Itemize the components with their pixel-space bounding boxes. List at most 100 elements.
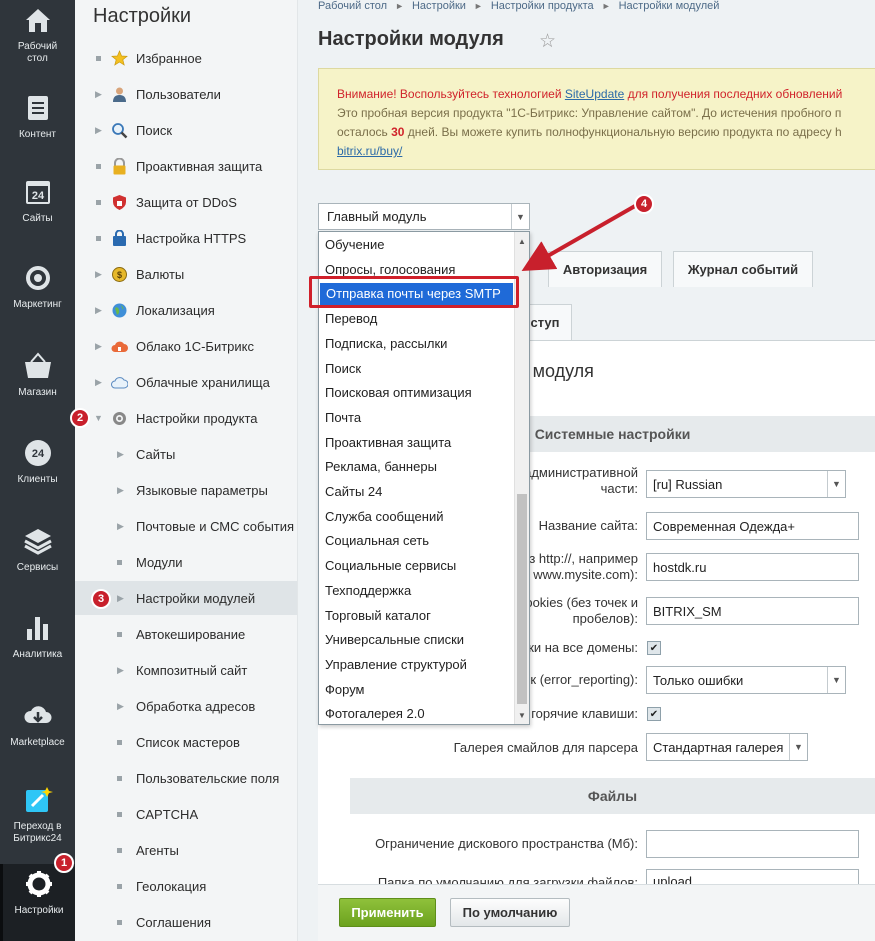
menu-analytics[interactable]: Аналитика bbox=[0, 608, 75, 694]
tree-subitem[interactable]: Агенты bbox=[75, 833, 297, 867]
breadcrumb-link[interactable]: Настройки продукта bbox=[491, 0, 594, 12]
tree-item[interactable]: Настройка HTTPS bbox=[75, 221, 297, 255]
chevron-right-icon[interactable]: ▶ bbox=[95, 125, 102, 136]
dropdown-option[interactable]: Социальная сеть bbox=[325, 533, 429, 548]
dropdown-option[interactable]: Проактивная защита bbox=[325, 435, 451, 450]
chevron-right-icon[interactable]: ▶ bbox=[117, 593, 124, 604]
chevron-right-icon[interactable]: ▶ bbox=[95, 377, 102, 388]
tree-subitem[interactable]: Автокеширование bbox=[75, 617, 297, 651]
chevron-down-icon[interactable]: ▼ bbox=[515, 708, 529, 722]
tree-item[interactable]: Проактивная защита bbox=[75, 149, 297, 183]
chevron-right-icon[interactable]: ▶ bbox=[95, 341, 102, 352]
menu-services[interactable]: Сервисы bbox=[0, 521, 75, 607]
tree-subitem[interactable]: ▶ Языковые параметры bbox=[75, 473, 297, 507]
dropdown-option[interactable]: Управление структурой bbox=[325, 657, 467, 672]
menu-desktop[interactable]: Рабочий стол bbox=[0, 0, 75, 86]
tree-item[interactable]: Избранное bbox=[75, 41, 297, 75]
menu-label: Магазин bbox=[18, 387, 57, 398]
tree-title: Настройки bbox=[93, 5, 192, 27]
breadcrumb-link[interactable]: Настройки bbox=[412, 0, 466, 12]
tab-event-log[interactable]: Журнал событий bbox=[673, 251, 813, 287]
dropdown-option[interactable]: Почта bbox=[325, 410, 361, 425]
breadcrumb-link[interactable]: Рабочий стол bbox=[318, 0, 387, 12]
dropdown-option[interactable]: Техподдержка bbox=[325, 583, 411, 598]
favorite-star-icon[interactable]: ☆ bbox=[539, 30, 556, 53]
dropdown-option[interactable]: Перевод bbox=[325, 311, 377, 326]
tree-item[interactable]: ▶ Локализация bbox=[75, 293, 297, 327]
dropdown-option[interactable]: Поисковая оптимизация bbox=[325, 385, 472, 400]
dropdown-option[interactable]: Социальные сервисы bbox=[325, 558, 456, 573]
breadcrumb-separator-icon: ► bbox=[473, 1, 483, 11]
tab-authorization[interactable]: Авторизация bbox=[548, 251, 662, 287]
tree-subitem[interactable]: Пользовательские поля bbox=[75, 761, 297, 795]
tree-subitem[interactable]: Модули bbox=[75, 545, 297, 579]
menu-marketplace[interactable]: Marketplace bbox=[0, 696, 75, 782]
smiles-gallery-select[interactable]: Стандартная галерея ▼ bbox=[646, 733, 808, 761]
chevron-right-icon[interactable]: ▶ bbox=[95, 305, 102, 316]
server-url-input[interactable]: hostdk.ru bbox=[646, 553, 859, 581]
module-select[interactable]: Главный модуль ▼ bbox=[318, 203, 530, 230]
language-select[interactable]: [ru] Russian ▼ bbox=[646, 470, 846, 498]
dropdown-option[interactable]: Реклама, баннеры bbox=[325, 459, 437, 474]
dropdown-option[interactable]: Форум bbox=[325, 682, 365, 697]
tree-subitem[interactable]: Список мастеров bbox=[75, 725, 297, 759]
default-button[interactable]: По умолчанию bbox=[450, 898, 570, 927]
tree-item[interactable]: ▶ Облачные хранилища bbox=[75, 365, 297, 399]
chevron-right-icon[interactable]: ▶ bbox=[117, 701, 124, 712]
dropdown-option[interactable]: Фотогалерея 2.0 bbox=[325, 706, 425, 721]
tree-subitem[interactable]: CAPTCHA bbox=[75, 797, 297, 831]
tree-item-label: Избранное bbox=[136, 50, 202, 66]
tree-subitem[interactable]: Геолокация bbox=[75, 869, 297, 903]
tree-subitem[interactable]: Соглашения bbox=[75, 905, 297, 939]
chevron-right-icon[interactable]: ▶ bbox=[117, 521, 124, 532]
tree-item[interactable]: ▶ $ Валюты bbox=[75, 257, 297, 291]
menu-shop[interactable]: Магазин bbox=[0, 346, 75, 432]
scrollbar-thumb[interactable] bbox=[517, 494, 527, 704]
tree-item[interactable]: ▶ Облако 1С-Битрикс bbox=[75, 329, 297, 363]
module-select-value: Главный модуль bbox=[327, 209, 427, 224]
dropdown-option[interactable]: Универсальные списки bbox=[325, 632, 464, 647]
dropdown-option[interactable]: Сайты 24 bbox=[325, 484, 382, 499]
cookie-name-input[interactable]: BITRIX_SM bbox=[646, 597, 859, 625]
menu-content[interactable]: Контент bbox=[0, 88, 75, 174]
tree-item[interactable]: Защита от DDoS bbox=[75, 185, 297, 219]
menu-marketing[interactable]: Маркетинг bbox=[0, 258, 75, 344]
buy-link[interactable]: bitrix.ru/buy/ bbox=[337, 144, 402, 158]
dropdown-option[interactable]: Подписка, рассылки bbox=[325, 336, 447, 351]
siteupdate-link[interactable]: SiteUpdate bbox=[565, 87, 624, 101]
tree-subitem[interactable]: ▶ Сайты bbox=[75, 437, 297, 471]
menu-settings[interactable]: Настройки bbox=[0, 864, 75, 941]
hotkeys-checkbox[interactable]: ✔ bbox=[647, 707, 661, 721]
chevron-up-icon[interactable]: ▲ bbox=[515, 234, 529, 248]
tree-item[interactable]: ▼ Настройки продукта bbox=[75, 401, 297, 435]
chevron-right-icon[interactable]: ▶ bbox=[117, 485, 124, 496]
menu-clients[interactable]: 24 Клиенты bbox=[0, 433, 75, 519]
chevron-right-icon[interactable]: ▶ bbox=[117, 449, 124, 460]
chevron-right-icon[interactable]: ▶ bbox=[117, 665, 124, 676]
chevron-down-icon[interactable]: ▼ bbox=[94, 413, 103, 423]
tree-item-label: Агенты bbox=[136, 842, 179, 858]
breadcrumb-link[interactable]: Настройки модулей bbox=[619, 0, 720, 12]
error-reporting-select[interactable]: Только ошибки ▼ bbox=[646, 666, 846, 694]
tree-item[interactable]: ▶ Пользователи bbox=[75, 77, 297, 111]
tree-subitem[interactable]: ▶ Обработка адресов bbox=[75, 689, 297, 723]
all-domains-checkbox[interactable]: ✔ bbox=[647, 641, 661, 655]
tree-item-label: Модули bbox=[136, 554, 183, 570]
dropdown-option[interactable]: Поиск bbox=[325, 361, 361, 376]
disk-limit-input[interactable] bbox=[646, 830, 859, 858]
dropdown-option[interactable]: Обучение bbox=[325, 237, 384, 252]
dropdown-option[interactable]: Торговый каталог bbox=[325, 608, 431, 623]
chevron-right-icon[interactable]: ▶ bbox=[95, 89, 102, 100]
dropdown-option[interactable]: Служба сообщений bbox=[325, 509, 444, 524]
tree-item[interactable]: ▶ Поиск bbox=[75, 113, 297, 147]
apply-button[interactable]: Применить bbox=[339, 898, 436, 927]
tree-subitem[interactable]: ▶ Композитный сайт bbox=[75, 653, 297, 687]
https-lock-icon bbox=[111, 229, 128, 247]
dropdown-option[interactable]: Опросы, голосования bbox=[325, 262, 455, 277]
tree-item-label: Почтовые и СМС события bbox=[136, 518, 295, 534]
smiles-gallery-value: Стандартная галерея bbox=[653, 740, 784, 755]
tree-subitem[interactable]: ▶ Почтовые и СМС события bbox=[75, 509, 297, 543]
chevron-right-icon[interactable]: ▶ bbox=[95, 269, 102, 280]
site-name-input[interactable]: Современная Одежда+ bbox=[646, 512, 859, 540]
menu-sites[interactable]: 24 Сайты bbox=[0, 172, 75, 258]
